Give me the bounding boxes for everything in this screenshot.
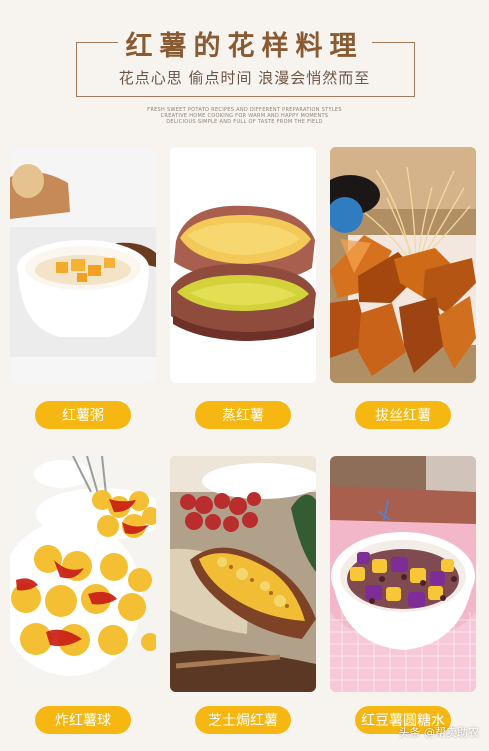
small-caption-3: DELICIOUS SIMPLE AND FULL OF TASTE FROM … <box>166 119 323 125</box>
recipe-label-steamed-sweet-potato: 蒸红薯 <box>195 401 291 429</box>
page-subtitle: 花点心思 偷点时间 浪漫会悄然而至 <box>118 69 371 87</box>
recipe-label-fried-sweet-potato-balls: 炸红薯球 <box>35 706 131 734</box>
recipe-card-red-bean-taro-ball-dessert[interactable] <box>330 456 476 692</box>
dessert-bowl-photo <box>330 456 476 692</box>
recipe-label-sweet-potato-porridge: 红薯粥 <box>35 401 131 429</box>
cheese-potato-photo <box>170 456 316 692</box>
recipe-card-fried-sweet-potato-balls[interactable] <box>10 456 156 692</box>
potato-balls-photo <box>10 456 156 692</box>
page-header: 红薯的花样料理 花点心思 偷点时间 浪漫会悄然而至 FRESH SWEET PO… <box>0 0 489 140</box>
recipe-card-candied-sweet-potato[interactable] <box>330 147 476 383</box>
recipe-card-sweet-potato-porridge[interactable] <box>10 147 156 383</box>
frame-line-bottom <box>76 96 415 97</box>
page-title: 红薯的花样料理 <box>125 31 364 62</box>
porridge-photo <box>10 147 156 383</box>
recipe-label-candied-sweet-potato: 拔丝红薯 <box>355 401 451 429</box>
recipe-label-cheese-baked-sweet-potato: 芝士焗红薯 <box>195 706 291 734</box>
watermark-text: 头条 @帮卖助农 <box>398 726 480 739</box>
recipe-card-steamed-sweet-potato[interactable] <box>170 147 316 383</box>
candied-potato-photo <box>330 147 476 383</box>
steamed-potato-photo <box>170 147 316 383</box>
recipe-card-cheese-baked-sweet-potato[interactable] <box>170 456 316 692</box>
